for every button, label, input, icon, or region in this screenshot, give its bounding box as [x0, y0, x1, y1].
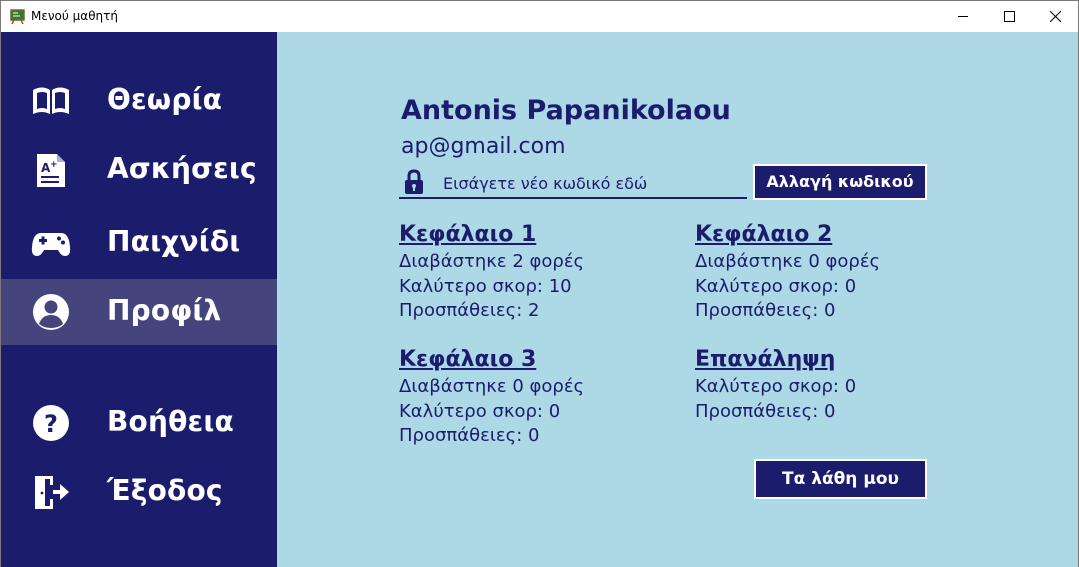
revision-attempts: Προσπάθειες: 0 — [695, 400, 836, 422]
change-password-button[interactable]: Αλλαγή κωδικού — [753, 164, 927, 200]
sidebar-item-exercises[interactable]: A + Ασκήσεις — [1, 137, 277, 203]
user-email: ap@gmail.com — [401, 134, 566, 159]
user-name: Antonis Papanikolaou — [401, 95, 731, 126]
sidebar-item-help[interactable]: ? Βοήθεια — [1, 390, 277, 456]
sidebar-item-label: Παιχνίδι — [107, 225, 241, 258]
chapter-attempts: Προσπάθειες: 0 — [399, 425, 540, 446]
sidebar-item-theory[interactable]: Θεωρία — [1, 68, 277, 134]
app-window: Μενού μαθητή Θεωρία A + Ασκήσεις Παιχνίδ… — [0, 0, 1079, 567]
chapter-reads: Διαβάστηκε 0 φορές — [399, 376, 585, 397]
chapter-card-2: Κεφάλαιο 2 Διαβάστηκε 0 φορές Καλύτερο σ… — [695, 222, 880, 325]
my-mistakes-button[interactable]: Τα λάθη μου — [754, 459, 927, 499]
profile-panel: Antonis Papanikolaou ap@gmail.com Αλλαγή… — [277, 32, 1078, 567]
chapter-title-link[interactable]: Κεφάλαιο 3 — [399, 347, 584, 376]
svg-text:?: ? — [44, 410, 58, 438]
revision-best-score: Καλύτερο σκορ: 0 — [695, 376, 857, 397]
chapter-title-link[interactable]: Κεφάλαιο 2 — [695, 222, 880, 251]
title-bar: Μενού μαθητή — [1, 1, 1078, 32]
lock-icon — [405, 169, 423, 194]
revision-card: Επανάληψη Καλύτερο σκορ: 0 Προσπάθειες: … — [695, 347, 856, 425]
chapter-best-score: Καλύτερο σκορ: 0 — [695, 275, 857, 297]
chapter-card-1: Κεφάλαιο 1 Διαβάστηκε 2 φορές Καλύτερο σ… — [399, 222, 584, 325]
minimize-icon — [958, 16, 968, 17]
sidebar-item-label: Έξοδος — [107, 474, 223, 507]
revision-title-link[interactable]: Επανάληψη — [695, 347, 856, 376]
close-button[interactable] — [1033, 1, 1079, 32]
maximize-button[interactable] — [987, 1, 1033, 32]
close-icon — [1050, 11, 1061, 22]
exit-door-icon — [35, 476, 69, 509]
user-circle-icon — [33, 294, 69, 330]
new-password-input[interactable] — [443, 171, 743, 195]
help-circle-icon: ? — [33, 405, 69, 441]
maximize-icon — [1004, 11, 1015, 22]
chapter-title-link[interactable]: Κεφάλαιο 1 — [399, 222, 584, 251]
chapter-reads: Διαβάστηκε 0 φορές — [695, 251, 881, 272]
window-title: Μενού μαθητή — [31, 9, 118, 23]
minimize-button[interactable] — [941, 1, 987, 32]
chapter-best-score: Καλύτερο σκορ: 10 — [399, 275, 572, 297]
sidebar-item-game[interactable]: Παιχνίδι — [1, 210, 277, 276]
svg-text:+: + — [50, 160, 58, 170]
sidebar-item-label: Θεωρία — [107, 83, 223, 116]
password-field-row — [399, 166, 747, 199]
sidebar-item-exit[interactable]: Έξοδος — [1, 459, 277, 525]
sidebar-item-label: Βοήθεια — [107, 405, 234, 438]
sidebar-item-label: Προφίλ — [107, 294, 222, 327]
app-chalkboard-icon — [10, 9, 25, 24]
chapter-attempts: Προσπάθειες: 0 — [695, 300, 836, 321]
sidebar: Θεωρία A + Ασκήσεις Παιχνίδι Προφίλ ? Βο… — [1, 32, 277, 567]
exercise-sheet-icon: A + — [37, 154, 65, 187]
chapter-attempts: Προσπάθειες: 2 — [399, 300, 540, 321]
sidebar-item-label: Ασκήσεις — [107, 152, 257, 185]
sidebar-item-profile[interactable]: Προφίλ — [1, 279, 277, 345]
chapter-card-3: Κεφάλαιο 3 Διαβάστηκε 0 φορές Καλύτερο σ… — [399, 347, 584, 450]
chapter-best-score: Καλύτερο σκορ: 0 — [399, 400, 561, 422]
book-icon — [33, 87, 69, 114]
chapter-reads: Διαβάστηκε 2 φορές — [399, 251, 585, 272]
gamepad-icon — [31, 233, 71, 256]
